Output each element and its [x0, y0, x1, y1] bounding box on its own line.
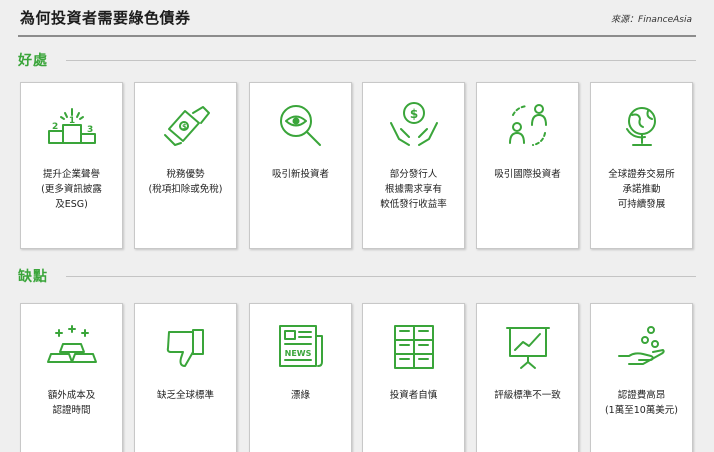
hand-coins-icon [615, 320, 669, 374]
globe-stand-icon [615, 99, 669, 153]
svg-text:1: 1 [68, 116, 74, 126]
cons-card-no-standard: 缺乏全球標準 [134, 303, 237, 452]
cons-label-no-standard: 缺乏全球標準 [156, 390, 214, 401]
pros-card-new-investors: 吸引新投資者 [249, 82, 352, 249]
cons-card-greenwashing: NEWS 漂綠 [249, 303, 352, 452]
money-hand-icon: $ [159, 99, 213, 153]
thumbs-down-icon [159, 320, 213, 374]
pros-label-new-investors: 吸引新投資者 [271, 169, 329, 180]
header-divider [18, 35, 696, 37]
pros-heading: 好處 [18, 53, 48, 69]
page-header: 為何投資者需要綠色債券 來源：FinanceAsia [0, 0, 714, 38]
gold-bars-icon [45, 320, 99, 374]
page-title: 為何投資者需要綠色債券 [20, 9, 191, 27]
pros-label-lower-yield: 部分發行人 根據需求享有 較低發行收益率 [380, 169, 447, 210]
pros-label-tax: 稅務優勢 (稅項扣除或免稅) [148, 169, 223, 195]
pros-card-lower-yield: $ 部分發行人 根據需求享有 較低發行收益率 [362, 82, 465, 249]
pros-section-header: 好處 [18, 50, 696, 70]
cons-card-cert-fee: 認證費高昂 (1萬至10萬美元) [590, 303, 693, 452]
podium-icon: 1 2 3 [45, 99, 99, 153]
chart-board-icon [501, 320, 555, 374]
cons-section-header: 缺點 [18, 266, 696, 286]
cons-label-extra-cost: 額外成本及 認證時間 [47, 390, 96, 416]
cons-label-rating: 評級標準不一致 [494, 390, 561, 401]
cons-label-caution: 投資者自慎 [389, 390, 438, 401]
cons-divider [66, 276, 696, 277]
pros-divider [66, 60, 696, 61]
cons-card-rating: 評級標準不一致 [476, 303, 579, 452]
hands-coin-icon: $ [387, 99, 441, 153]
pros-cards: 1 2 3 提升企業聲譽 (更多資訊披露 及ESG) $ 稅務優勢 (稅項扣除或… [20, 82, 694, 249]
cons-cards: 額外成本及 認證時間 缺乏全球標準 NEWS 漂綠 投資者自慎 評級標準不一致 … [20, 303, 694, 452]
source-credit: 來源：FinanceAsia [611, 15, 692, 25]
pros-label-international: 吸引國際投資者 [494, 169, 561, 180]
cons-heading: 缺點 [18, 269, 48, 285]
newspaper-icon: NEWS [274, 320, 328, 374]
svg-text:3: 3 [87, 125, 93, 135]
pros-card-international: 吸引國際投資者 [476, 82, 579, 249]
svg-text:$: $ [409, 107, 417, 121]
pros-card-reputation: 1 2 3 提升企業聲譽 (更多資訊披露 及ESG) [20, 82, 123, 249]
money-stack-icon [387, 320, 441, 374]
pros-label-reputation: 提升企業聲譽 (更多資訊披露 及ESG) [41, 169, 102, 210]
global-investors-icon [501, 99, 555, 153]
magnifier-eye-icon [274, 99, 328, 153]
svg-text:$: $ [182, 123, 187, 131]
svg-text:2: 2 [52, 122, 58, 132]
cons-label-cert-fee: 認證費高昂 (1萬至10萬美元) [604, 390, 679, 416]
pros-card-exchanges: 全球證券交易所 承諾推動 可持續發展 [590, 82, 693, 249]
cons-card-caution: 投資者自慎 [362, 303, 465, 452]
svg-text:NEWS: NEWS [284, 349, 311, 358]
pros-card-tax: $ 稅務優勢 (稅項扣除或免稅) [134, 82, 237, 249]
cons-card-extra-cost: 額外成本及 認證時間 [20, 303, 123, 452]
pros-label-exchanges: 全球證券交易所 承諾推動 可持續發展 [608, 169, 675, 210]
cons-label-greenwashing: 漂綠 [290, 390, 310, 401]
